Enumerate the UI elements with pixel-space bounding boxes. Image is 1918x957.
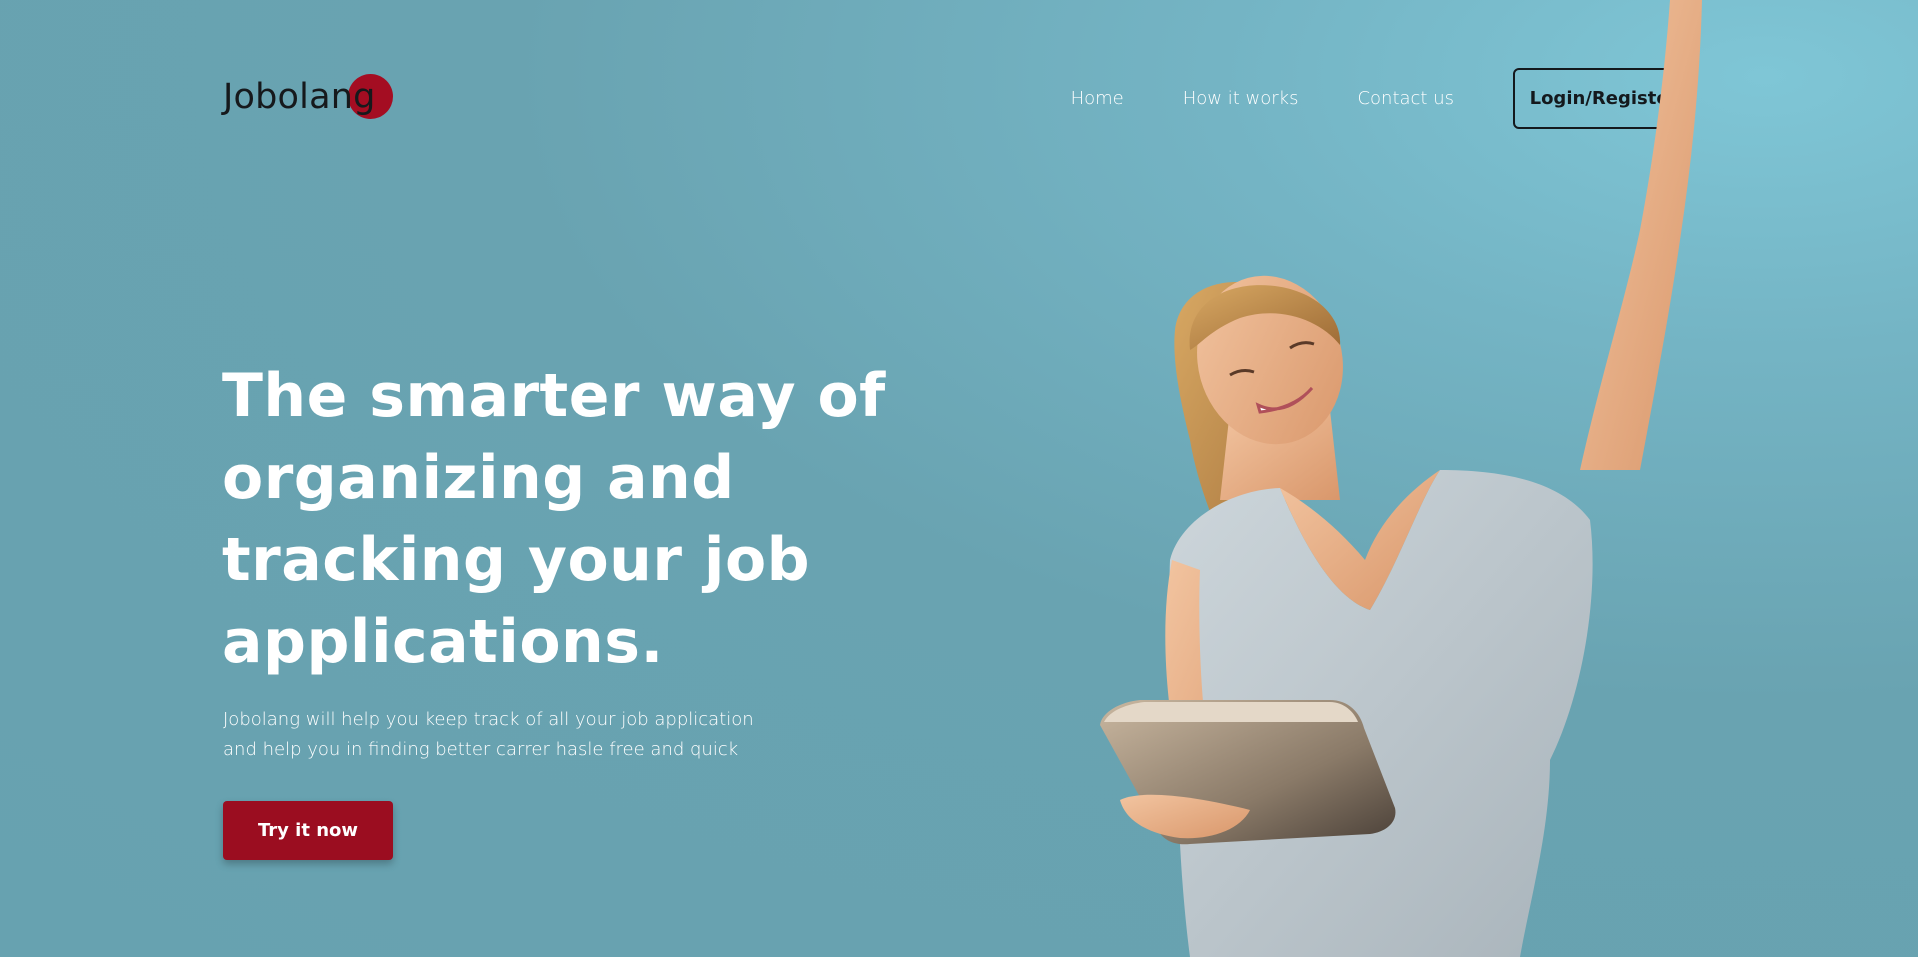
try-it-now-button[interactable]: Try it now [223, 801, 393, 860]
hero-subtitle-line-2: and help you in finding better carrer ha… [223, 739, 739, 760]
hero-subtitle: Jobolang will help you keep track of all… [223, 705, 783, 765]
brand-name: Jobolang [223, 77, 376, 117]
hero-title: The smarter way of organizing and tracki… [222, 361, 886, 677]
brand-logo[interactable]: Jobolang [223, 68, 403, 128]
hero-photo-woman-with-tablet [1100, 0, 1702, 957]
hero-subtitle-line-1: Jobolang will help you keep track of all… [223, 709, 754, 730]
